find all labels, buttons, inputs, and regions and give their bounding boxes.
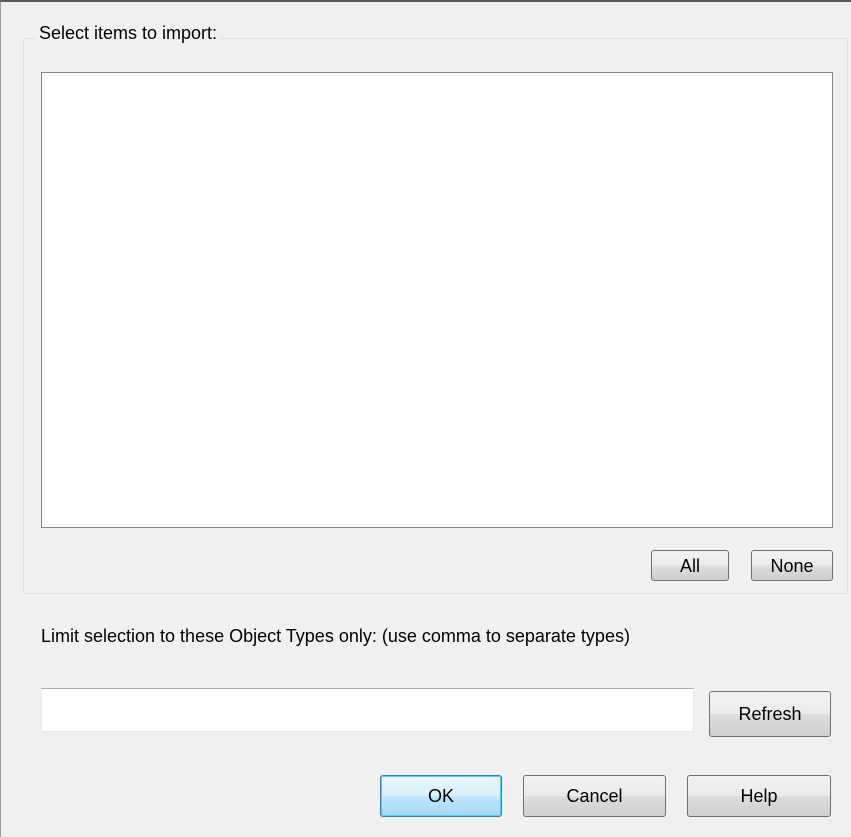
object-types-label: Limit selection to these Object Types on… [41, 626, 630, 646]
select-none-button[interactable]: None [751, 550, 833, 581]
import-items-list[interactable] [41, 72, 833, 528]
object-types-input[interactable] [41, 688, 694, 732]
import-items-legend: Select items to import: [35, 22, 222, 44]
refresh-button[interactable]: Refresh [709, 691, 831, 737]
select-all-button[interactable]: All [651, 550, 729, 581]
cancel-button[interactable]: Cancel [523, 775, 666, 817]
help-button[interactable]: Help [687, 775, 831, 817]
import-dialog: Select items to import: All None Limit s… [0, 0, 851, 837]
ok-button[interactable]: OK [380, 775, 502, 817]
